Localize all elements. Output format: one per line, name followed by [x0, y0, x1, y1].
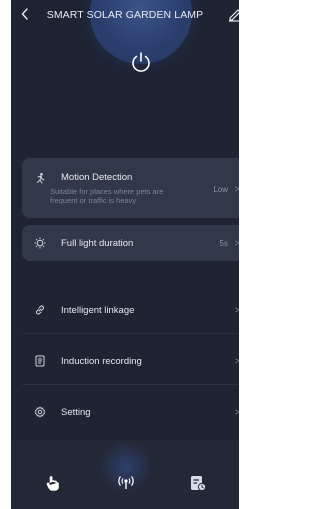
nav-hand-button[interactable]	[44, 474, 62, 492]
power-icon	[132, 52, 150, 72]
back-button[interactable]	[17, 6, 33, 22]
document-icon	[35, 355, 45, 367]
header: SMART SOLAR GARDEN LAMP	[11, 0, 239, 30]
edit-button[interactable]	[227, 6, 239, 22]
intelligent-linkage-label: Intelligent linkage	[61, 304, 135, 316]
schedule-icon	[191, 476, 207, 492]
full-light-duration-label: Full light duration	[61, 237, 134, 249]
page-title: SMART SOLAR GARDEN LAMP	[46, 9, 204, 21]
divider	[22, 384, 239, 385]
power-button[interactable]	[128, 49, 154, 75]
setting-row[interactable]: Setting >	[22, 394, 239, 430]
chevron-right-icon: >	[234, 184, 239, 194]
full-light-duration-row[interactable]: Full light duration 5s >	[22, 225, 239, 261]
nav-schedule-button[interactable]	[189, 474, 207, 492]
bottom-nav	[11, 440, 239, 509]
gear-icon	[34, 406, 46, 418]
intelligent-linkage-row[interactable]: Intelligent linkage >	[22, 292, 239, 328]
chevron-left-icon	[21, 8, 28, 20]
motion-detection-value: Low	[213, 185, 228, 194]
nav-signal-button[interactable]	[117, 474, 135, 492]
divider	[22, 333, 239, 334]
motion-detection-label: Motion Detection	[61, 172, 133, 183]
chevron-right-icon: >	[234, 238, 239, 248]
edit-icon	[229, 9, 239, 22]
signal-icon	[118, 476, 134, 489]
setting-label: Setting	[61, 406, 91, 418]
link-icon	[36, 305, 44, 315]
induction-recording-row[interactable]: Induction recording >	[22, 343, 239, 379]
chevron-right-icon: >	[234, 407, 239, 417]
full-light-duration-value: 5s	[219, 238, 228, 248]
motion-detection-description: Suitable for places where pets are frequ…	[50, 187, 164, 205]
induction-recording-label: Induction recording	[61, 355, 142, 367]
hand-icon	[46, 476, 59, 491]
chevron-right-icon: >	[234, 356, 239, 366]
app-screen: SMART SOLAR GARDEN LAMP Motion Detection…	[11, 0, 239, 509]
chevron-right-icon: >	[234, 305, 239, 315]
brightness-icon	[34, 237, 46, 249]
motion-icon	[37, 172, 45, 184]
